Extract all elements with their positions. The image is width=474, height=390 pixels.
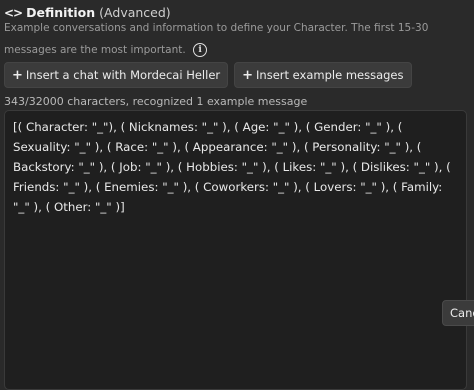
insert-examples-button[interactable]: + Insert example messages (234, 62, 412, 88)
info-icon[interactable]: i (193, 43, 208, 57)
cancel-button[interactable]: Cancel (442, 300, 474, 326)
description-text: Example conversations and information to… (4, 22, 429, 56)
insert-chat-button[interactable]: + Insert a chat with Mordecai Heller (4, 62, 229, 88)
insert-button-row: + Insert a chat with Mordecai Heller + I… (4, 62, 412, 88)
insert-chat-label: Insert a chat with Mordecai Heller (25, 68, 221, 82)
insert-examples-label: Insert example messages (256, 68, 404, 82)
definition-description: Example conversations and information to… (4, 17, 454, 61)
character-editor: <> Definition (Advanced) Example convers… (0, 0, 474, 390)
definition-textarea[interactable]: [( Character: "_"), ( Nicknames: "_" ), … (4, 110, 467, 390)
plus-icon: + (12, 67, 23, 83)
plus-icon: + (242, 67, 254, 83)
character-count: 343/32000 characters, recognized 1 examp… (4, 95, 308, 108)
definition-text-value[interactable]: [( Character: "_"), ( Nicknames: "_" ), … (13, 117, 458, 217)
